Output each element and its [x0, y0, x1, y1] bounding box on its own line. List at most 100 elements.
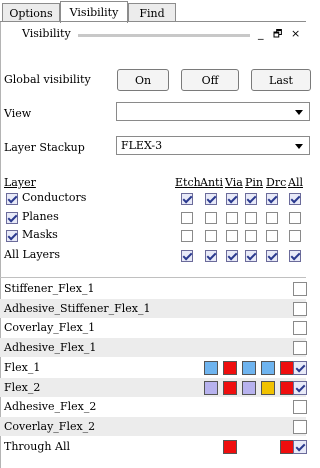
layer-stackup-select[interactable]: FLEX-3 — [116, 136, 310, 155]
group-label-conductors: Conductors — [22, 191, 87, 204]
group-checkbox-planes[interactable] — [6, 212, 18, 224]
global-visibility-label: Global visibility — [4, 73, 91, 86]
group-masks-drc-checkbox[interactable] — [266, 230, 278, 242]
layer-name: Adhesive_Flex_2 — [4, 400, 97, 413]
layer-row[interactable]: Coverlay_Flex_2 — [0, 417, 307, 436]
group-conductors-pin-checkbox[interactable] — [245, 193, 257, 205]
tab-visibility[interactable]: Visibility — [60, 1, 128, 23]
group-conductors-all-checkbox[interactable] — [289, 193, 301, 205]
minimize-icon[interactable]: _ — [258, 27, 264, 40]
tab-label: Options — [9, 6, 53, 20]
layer-visibility-checkbox[interactable] — [293, 321, 307, 335]
group-all-layers-all-checkbox[interactable] — [289, 250, 301, 262]
layer-color-swatch-via[interactable] — [242, 361, 256, 375]
view-select[interactable] — [116, 102, 310, 121]
layer-visibility-checkbox[interactable] — [293, 440, 307, 454]
layer-visibility-checkbox[interactable] — [293, 341, 307, 355]
group-masks-anti-checkbox[interactable] — [205, 230, 217, 242]
layer-color-swatch-via[interactable] — [242, 381, 256, 395]
tab-options[interactable]: Options — [2, 3, 60, 22]
layer-name: Flex_2 — [4, 381, 41, 394]
layer-color-swatch-etch[interactable] — [204, 381, 218, 395]
global-last-button[interactable]: Last — [251, 69, 311, 91]
button-label: On — [134, 73, 152, 87]
group-planes-drc-checkbox[interactable] — [266, 212, 278, 224]
global-on-button[interactable]: On — [117, 69, 169, 91]
tab-label: Find — [139, 6, 165, 20]
layer-row[interactable]: Adhesive_Flex_1 — [0, 338, 307, 357]
chevron-down-icon — [295, 110, 303, 115]
panel-title-grip[interactable] — [78, 34, 250, 37]
group-planes-all-checkbox[interactable] — [289, 212, 301, 224]
global-off-button[interactable]: Off — [181, 69, 239, 91]
group-planes-etch-checkbox[interactable] — [181, 212, 193, 224]
layer-row[interactable]: Flex_1 — [0, 358, 307, 377]
group-all-layers-drc-checkbox[interactable] — [266, 250, 278, 262]
group-planes-via-checkbox[interactable] — [226, 212, 238, 224]
layer-color-swatch-drc[interactable] — [280, 361, 294, 375]
group-label-all-layers: All Layers — [4, 248, 60, 261]
close-icon[interactable]: × — [291, 27, 300, 40]
layer-stackup-value: FLEX-3 — [121, 139, 163, 152]
layer-visibility-checkbox[interactable] — [293, 400, 307, 414]
layer-color-swatch-drc[interactable] — [280, 381, 294, 395]
group-conductors-via-checkbox[interactable] — [226, 193, 238, 205]
group-conductors-drc-checkbox[interactable] — [266, 193, 278, 205]
group-planes-anti-checkbox[interactable] — [205, 212, 217, 224]
button-label: Off — [201, 73, 219, 87]
layer-name: Adhesive_Stiffener_Flex_1 — [4, 302, 151, 315]
column-header-via: Via — [225, 176, 243, 189]
tab-label: Visibility — [69, 6, 119, 19]
group-label-masks: Masks — [22, 228, 58, 241]
layer-visibility-checkbox[interactable] — [293, 282, 307, 296]
group-all-layers-pin-checkbox[interactable] — [245, 250, 257, 262]
tab-find[interactable]: Find — [128, 3, 176, 22]
group-all-layers-etch-checkbox[interactable] — [181, 250, 193, 262]
layer-row[interactable]: Through All — [0, 437, 307, 456]
layer-name: Through All — [4, 440, 70, 453]
layer-visibility-checkbox[interactable] — [293, 302, 307, 316]
layer-row[interactable]: Flex_2 — [0, 378, 307, 397]
group-all-layers-via-checkbox[interactable] — [226, 250, 238, 262]
layer-list-divider — [0, 277, 306, 278]
group-masks-pin-checkbox[interactable] — [245, 230, 257, 242]
layer-color-swatch-anti[interactable] — [223, 381, 237, 395]
layer-name: Coverlay_Flex_2 — [4, 420, 96, 433]
layer-color-swatch-etch[interactable] — [204, 361, 218, 375]
layer-row[interactable]: Coverlay_Flex_1 — [0, 318, 307, 337]
layer-name: Adhesive_Flex_1 — [4, 341, 97, 354]
group-all-layers-anti-checkbox[interactable] — [205, 250, 217, 262]
layer-row[interactable]: Adhesive_Flex_2 — [0, 397, 307, 416]
group-checkbox-conductors[interactable] — [6, 193, 18, 205]
layer-visibility-checkbox[interactable] — [293, 361, 307, 375]
float-icon[interactable]: 🗗 — [273, 27, 282, 44]
layer-color-swatch-pin[interactable] — [261, 381, 275, 395]
column-header-pin: Pin — [245, 176, 264, 189]
group-masks-all-checkbox[interactable] — [289, 230, 301, 242]
button-label: Last — [269, 73, 293, 87]
layer-color-swatch-anti[interactable] — [223, 440, 237, 454]
column-header-all: All — [288, 176, 303, 189]
layer-name: Flex_1 — [4, 361, 41, 374]
layer-color-swatch-anti[interactable] — [223, 361, 237, 375]
tab-divider — [0, 21, 306, 22]
layer-name: Coverlay_Flex_1 — [4, 321, 96, 334]
layer-color-swatch-pin[interactable] — [261, 361, 275, 375]
layer-visibility-checkbox[interactable] — [293, 420, 307, 434]
chevron-down-icon — [295, 144, 303, 149]
group-label-planes: Planes — [22, 210, 59, 223]
column-header-drc: Drc — [266, 176, 287, 189]
column-header-etch: Etch — [175, 176, 201, 189]
group-planes-pin-checkbox[interactable] — [245, 212, 257, 224]
layer-name: Stiffener_Flex_1 — [4, 282, 95, 295]
group-checkbox-masks[interactable] — [6, 230, 18, 242]
layer-visibility-checkbox[interactable] — [293, 381, 307, 395]
layer-row[interactable]: Stiffener_Flex_1 — [0, 279, 307, 298]
layer-row[interactable]: Adhesive_Stiffener_Flex_1 — [0, 299, 307, 318]
group-masks-via-checkbox[interactable] — [226, 230, 238, 242]
group-masks-etch-checkbox[interactable] — [181, 230, 193, 242]
layer-color-swatch-drc[interactable] — [280, 440, 294, 454]
view-label: View — [4, 107, 32, 120]
group-conductors-anti-checkbox[interactable] — [205, 193, 217, 205]
group-conductors-etch-checkbox[interactable] — [181, 193, 193, 205]
